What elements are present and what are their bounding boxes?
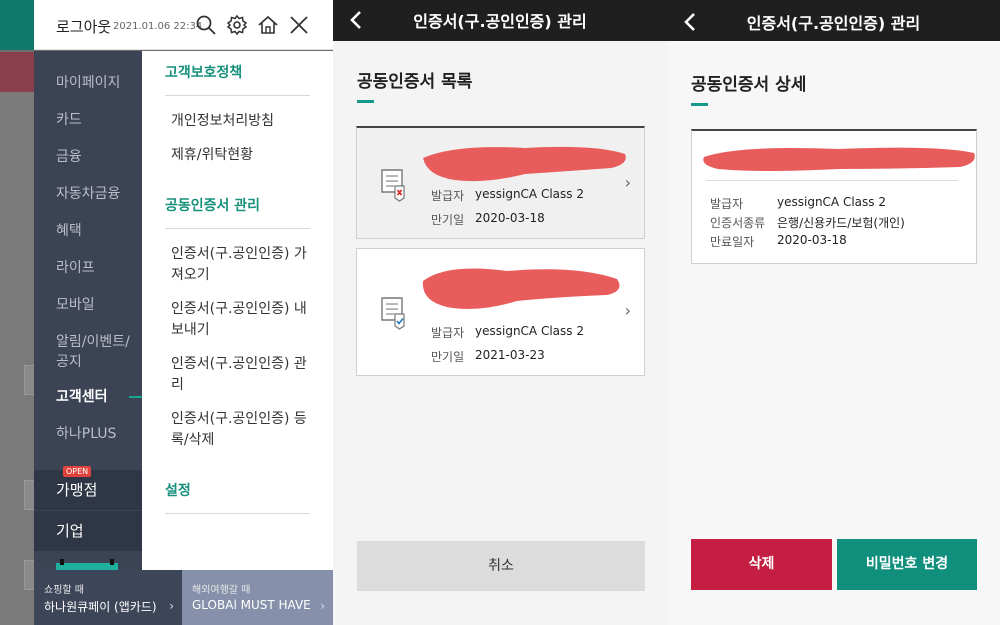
cert-detail-screen: 인증서(구.공인인증) 관리 공동인증서 상세 발급자 yessignCA Cl… (667, 0, 1000, 625)
expiry-label: 만기일 (431, 350, 465, 364)
divider (706, 180, 958, 181)
section-settings[interactable]: 설정 (165, 480, 191, 500)
menu-panel: 로그아웃 2021.01.06 22:34 마이페이지 카드 금융 자동차금융 … (0, 0, 333, 625)
section-title: 공동인증서 목록 (357, 72, 473, 92)
background-header (0, 0, 34, 50)
banner-title: GLOBAl MUST HAVE (192, 598, 311, 612)
menu-sidebar: 마이페이지 카드 금융 자동차금융 혜택 라이프 모바일 알림/이벤트/공지 고… (34, 51, 142, 573)
sidebar-item-merchant-label: 가맹점 (56, 481, 98, 499)
home-icon[interactable] (257, 14, 279, 36)
menu-item-cert-import[interactable]: 인증서(구.공인인증) 가져오기 (171, 244, 311, 286)
background-box (24, 365, 34, 395)
issuer-label: 발급자 (431, 189, 465, 203)
issuer-value: yessignCA Class 2 (475, 187, 584, 201)
background-page (0, 92, 34, 625)
search-icon[interactable] (195, 14, 217, 36)
cert-card-valid[interactable]: 발급자 yessignCA Class 2 만기일 2021-03-23 › (356, 248, 645, 376)
chevron-right-icon: › (320, 599, 325, 613)
open-badge: OPEN (63, 466, 92, 477)
issuer-label: 발급자 (710, 197, 744, 211)
chevron-right-icon: › (624, 173, 631, 192)
section-cert-management[interactable]: 공동인증서 관리 (165, 195, 260, 215)
cert-type-label: 인증서종류 (710, 216, 766, 230)
screen-title: 인증서(구.공인인증) 관리 (413, 12, 587, 31)
sidebar-item-finance[interactable]: 금융 (56, 147, 82, 167)
banner-hana-pay[interactable]: 쇼핑할 때 하나원큐페이 (앱카드) › (34, 570, 182, 625)
banner-subtitle: 해외여행갈 때 (192, 585, 251, 596)
sidebar-item-mobile[interactable]: 모바일 (56, 295, 95, 315)
top-bar: 인증서(구.공인인증) 관리 (667, 0, 1000, 41)
cert-expired-icon (381, 169, 405, 202)
issuer-value: yessignCA Class 2 (777, 195, 886, 209)
sidebar-item-corporate[interactable]: 기업 (34, 511, 142, 551)
change-password-button[interactable]: 비밀번호 변경 (837, 539, 977, 590)
sidebar-item-hanaplus[interactable]: 하나PLUS (56, 424, 116, 444)
title-underline (691, 103, 708, 106)
issuer-value: yessignCA Class 2 (475, 324, 584, 338)
expiry-label: 만기일 (431, 213, 465, 227)
redaction-mark (422, 268, 620, 309)
cert-detail-card: 발급자 yessignCA Class 2 인증서종류 은행/신용카드/보험(개… (691, 129, 977, 264)
expiry-value: 2020-03-18 (475, 211, 545, 225)
logout-link[interactable]: 로그아웃 (56, 16, 111, 37)
screen-title: 인증서(구.공인인증) 관리 (746, 14, 921, 33)
cert-card-expired[interactable]: 발급자 yessignCA Class 2 만기일 2020-03-18 › (356, 126, 645, 239)
divider (165, 95, 310, 96)
expiry-label: 만료일자 (710, 235, 755, 249)
menu-item-privacy-policy[interactable]: 개인정보처리방침 (171, 111, 311, 132)
menu-content: 고객보호정책 개인정보처리방침 제휴/위탁현황 공동인증서 관리 인증서(구.공… (142, 51, 333, 571)
gear-icon[interactable] (226, 14, 248, 36)
expiry-value: 2021-03-23 (475, 348, 545, 362)
banner-title: 하나원큐페이 (앱카드) (44, 600, 157, 614)
sidebar-item-auto-finance[interactable]: 자동차금융 (56, 184, 120, 204)
sidebar-item-customer-center[interactable]: 고객센터 (56, 387, 108, 407)
close-icon[interactable] (288, 14, 310, 36)
cert-type-value: 은행/신용카드/보험(개인) (777, 216, 905, 230)
menu-item-cert-register[interactable]: 인증서(구.공인인증) 등록/삭제 (171, 409, 311, 451)
redaction-mark (703, 147, 975, 171)
redaction-mark (423, 146, 626, 182)
background-box (24, 480, 34, 510)
sidebar-item-corporate-label: 기업 (56, 522, 84, 540)
divider (165, 513, 310, 514)
banner-global[interactable]: 해외여행갈 때 GLOBAl MUST HAVE › (182, 570, 333, 625)
chevron-right-icon: › (169, 599, 174, 613)
sidebar-item-mypage[interactable]: 마이페이지 (56, 73, 120, 93)
delete-button[interactable]: 삭제 (691, 539, 832, 590)
background-strip (0, 52, 34, 92)
login-timestamp: 2021.01.06 22:34 (113, 21, 203, 32)
issuer-label: 발급자 (431, 326, 465, 340)
title-underline (357, 100, 374, 103)
chevron-right-icon: › (624, 301, 631, 320)
divider (165, 228, 310, 229)
sidebar-item-notice[interactable]: 알림/이벤트/공지 (56, 332, 136, 372)
top-bar: 인증서(구.공인인증) 관리 (333, 0, 667, 41)
background-box (24, 560, 34, 590)
cert-valid-icon (381, 297, 405, 330)
menu-item-cert-export[interactable]: 인증서(구.공인인증) 내보내기 (171, 299, 311, 341)
active-indicator (129, 396, 142, 398)
menu-header: 로그아웃 2021.01.06 22:34 (34, 0, 333, 50)
section-title: 공동인증서 상세 (691, 75, 807, 95)
sidebar-item-card[interactable]: 카드 (56, 110, 82, 130)
expiry-value: 2020-03-18 (777, 233, 847, 247)
section-customer-protection[interactable]: 고객보호정책 (165, 62, 242, 82)
menu-item-cert-manage[interactable]: 인증서(구.공인인증) 관리 (171, 354, 311, 396)
banner-subtitle: 쇼핑할 때 (44, 585, 84, 596)
sidebar-item-life[interactable]: 라이프 (56, 258, 95, 278)
menu-item-partnership[interactable]: 제휴/위탁현황 (171, 145, 311, 166)
cancel-button[interactable]: 취소 (357, 541, 645, 591)
sidebar-item-benefits[interactable]: 혜택 (56, 221, 82, 241)
cert-list-screen: 인증서(구.공인인증) 관리 공동인증서 목록 발급자 yessignCA Cl… (333, 0, 667, 625)
